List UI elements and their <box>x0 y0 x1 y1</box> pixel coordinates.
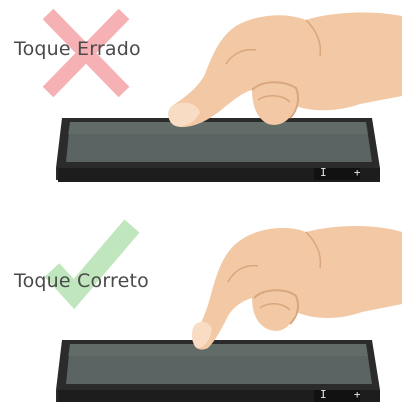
hand-illustration <box>191 226 402 350</box>
tablet-volume-keys: I + <box>320 388 361 401</box>
tablet-volume-keys: I + <box>320 166 361 179</box>
wrong-touch-caption: Toque Errado <box>14 38 141 60</box>
correct-touch-example: Toque Correto I + <box>0 202 402 402</box>
volume-down-key: I <box>320 166 327 179</box>
correct-touch-caption: Toque Correto <box>14 270 149 292</box>
volume-down-key: I <box>320 388 327 401</box>
correct-touch-illustration <box>44 219 402 402</box>
hand-illustration <box>168 12 402 128</box>
wrong-touch-example: Toque Errado I + <box>0 0 402 200</box>
volume-up-key: + <box>353 388 361 401</box>
volume-up-key: + <box>353 166 361 179</box>
